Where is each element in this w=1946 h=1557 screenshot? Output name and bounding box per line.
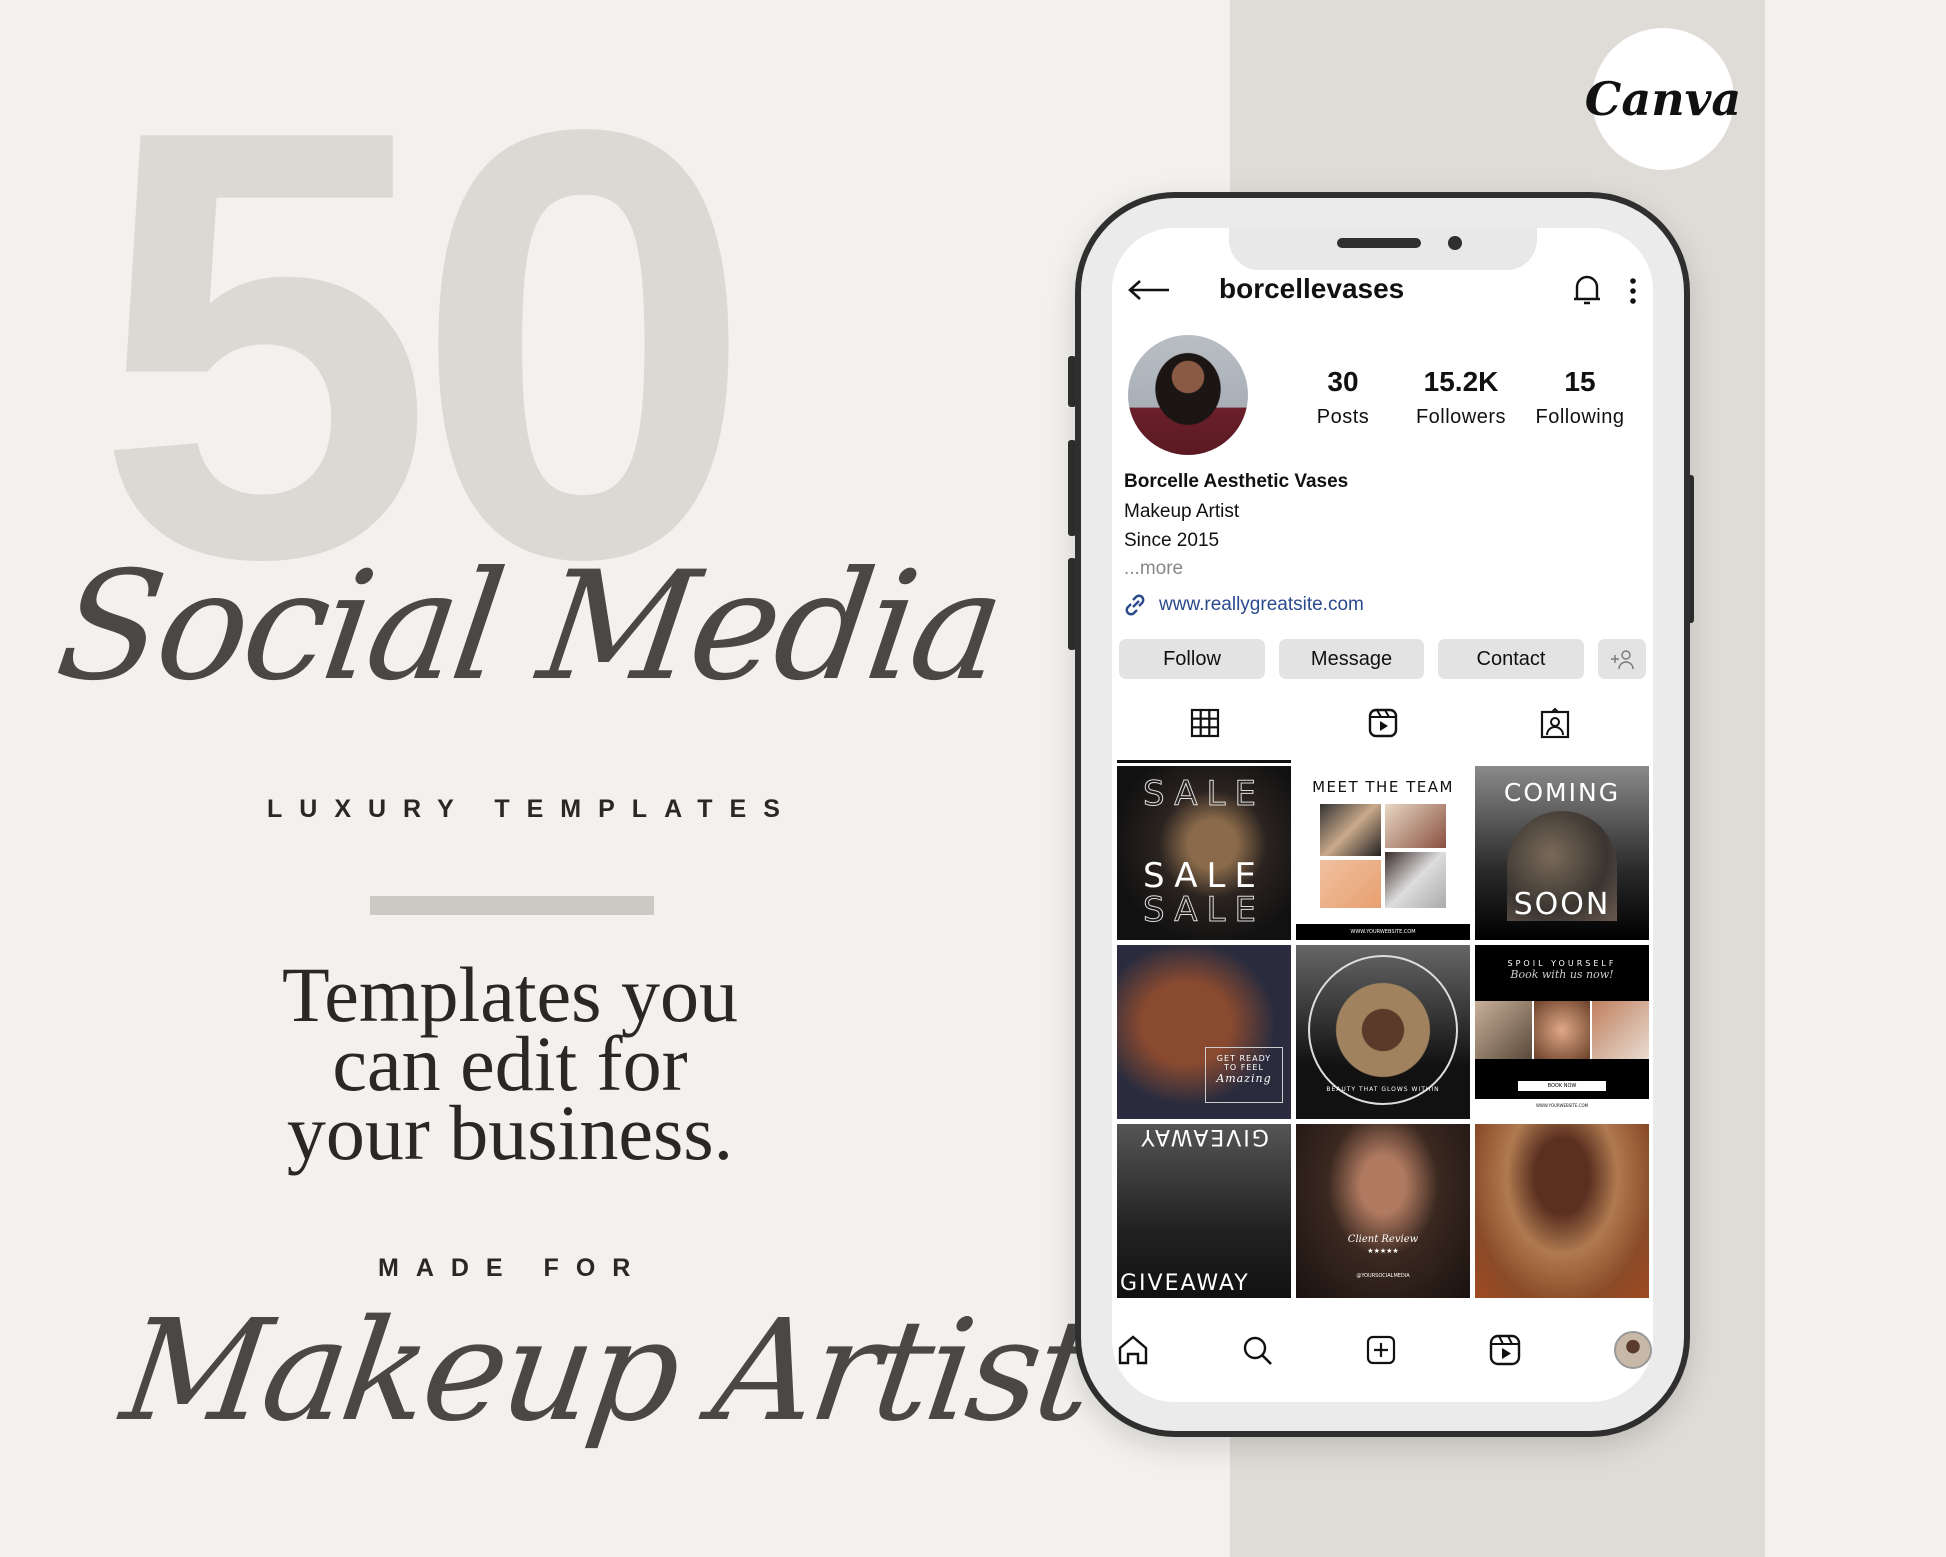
- more-link[interactable]: ...more: [1124, 558, 1183, 580]
- active-tab-indicator: [1117, 760, 1291, 763]
- post-text: COMING: [1503, 778, 1621, 807]
- post-text: WWW.YOURWEBSITE.COM: [1535, 1103, 1589, 1108]
- post-text: GIVEAWAY: [1120, 1271, 1250, 1296]
- search-icon[interactable]: [1240, 1333, 1274, 1367]
- post-text: SOON: [1513, 887, 1611, 922]
- tagline: Templates you can edit for your business…: [210, 951, 810, 1176]
- stat-label: Followers: [1415, 406, 1507, 428]
- grid-icon[interactable]: [1189, 707, 1221, 739]
- add-user-button[interactable]: [1598, 639, 1646, 679]
- post-text: @YOURSOCIALMEDIA: [1356, 1273, 1410, 1279]
- post-text: GET READY: [1216, 1054, 1272, 1063]
- follow-button[interactable]: Follow: [1119, 639, 1265, 679]
- made-for-label: MADE FOR: [378, 1254, 648, 1282]
- bio-line: Since 2015: [1124, 530, 1220, 551]
- reels-icon[interactable]: [1367, 707, 1399, 739]
- stat-value: 15.2K: [1423, 366, 1499, 397]
- post-portrait[interactable]: [1475, 1124, 1649, 1298]
- username: borcellevases: [1219, 273, 1405, 304]
- add-user-icon: [1611, 650, 1634, 670]
- stat-posts[interactable]: 30 Posts: [1283, 366, 1403, 429]
- reels-icon[interactable]: [1488, 1333, 1522, 1367]
- stat-value: 30: [1327, 366, 1359, 397]
- post-text: MEET THE TEAM: [1312, 778, 1454, 796]
- tagline-line: your business.: [286, 1089, 734, 1176]
- post-text: Book with us now!: [1510, 968, 1614, 981]
- post-meet-the-team[interactable]: MEET THE TEAM WWW.YOURWEBSITE.COM: [1296, 766, 1470, 940]
- avatar[interactable]: [1128, 335, 1248, 455]
- tagline-line: can edit for: [332, 1020, 688, 1107]
- post-text: Client Review: [1347, 1234, 1419, 1245]
- website-link[interactable]: www.reallygreatsite.com: [1159, 594, 1364, 616]
- stat-value: 15: [1564, 366, 1596, 397]
- book-now-button: BOOK NOW: [1517, 1081, 1607, 1091]
- stat-followers[interactable]: 15.2K Followers: [1401, 366, 1521, 429]
- rating-stars: ★★★★★: [1367, 1247, 1399, 1255]
- home-icon[interactable]: [1116, 1333, 1150, 1367]
- title-script: Social Media: [47, 540, 1011, 714]
- post-spoil-yourself[interactable]: SPOIL YOURSELF Book with us now! BOOK NO…: [1475, 945, 1649, 1119]
- post-text: WWW.YOURWEBSITE.COM: [1296, 924, 1470, 940]
- post-text: SALE: [1143, 890, 1265, 931]
- post-giveaway[interactable]: GIVEAWAY GIVEAWAY: [1117, 1124, 1291, 1298]
- contact-button[interactable]: Contact: [1438, 639, 1584, 679]
- post-coming-soon[interactable]: COMING SOON: [1475, 766, 1649, 940]
- canva-logo: Canva: [1585, 28, 1741, 170]
- post-client-review[interactable]: Client Review ★★★★★ @YOURSOCIALMEDIA: [1296, 1124, 1470, 1298]
- profile-icon[interactable]: [1614, 1331, 1652, 1369]
- profile-name: Borcelle Aesthetic Vases: [1124, 471, 1349, 492]
- stat-following[interactable]: 15 Following: [1520, 366, 1640, 429]
- back-arrow-icon[interactable]: [1127, 278, 1171, 302]
- bell-icon[interactable]: [1571, 272, 1603, 308]
- message-button[interactable]: Message: [1279, 639, 1424, 679]
- tagged-icon[interactable]: [1539, 707, 1571, 739]
- bio-line: Makeup Artist: [1124, 501, 1240, 522]
- link-icon: [1125, 594, 1145, 616]
- audience-script: Makeup Artist: [113, 1290, 1101, 1453]
- post-text: SPOIL YOURSELF: [1507, 959, 1617, 968]
- tagline-line: Templates you: [282, 951, 738, 1038]
- post-text: Amazing: [1216, 1072, 1272, 1085]
- more-vertical-icon[interactable]: [1627, 276, 1639, 308]
- stat-label: Posts: [1316, 406, 1370, 428]
- post-beauty-glow[interactable]: BEAUTY THAT GLOWS WITHIN: [1296, 945, 1470, 1119]
- speaker: [1337, 238, 1421, 248]
- post-sale[interactable]: SALE SALE SALE: [1117, 766, 1291, 940]
- post-text: GIVEAWAY: [1139, 1124, 1269, 1149]
- post-get-ready[interactable]: GET READY TO FEEL Amazing: [1117, 945, 1291, 1119]
- camera: [1448, 236, 1462, 250]
- post-text: TO FEEL: [1224, 1063, 1264, 1072]
- stat-label: Following: [1535, 406, 1625, 428]
- post-text: BEAUTY THAT GLOWS WITHIN: [1308, 955, 1458, 1105]
- notch: [1229, 228, 1537, 270]
- divider: [370, 896, 654, 915]
- post-text: SALE: [1143, 774, 1265, 815]
- subtitle: LUXURY TEMPLATES: [267, 795, 797, 823]
- new-post-icon[interactable]: [1364, 1333, 1398, 1367]
